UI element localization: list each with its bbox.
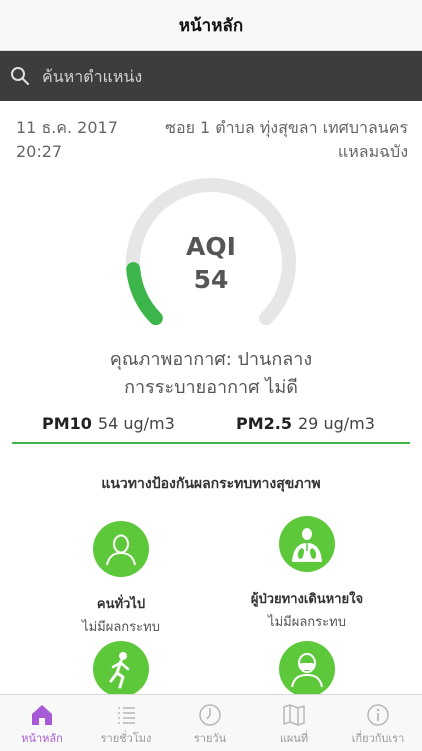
tab-map[interactable]: แผนที่ — [252, 695, 336, 751]
location-line-1: ซอย 1 ตำบล ทุ่งสุขลา เทศบาลนคร — [165, 118, 408, 137]
nav-bar: หน้าหลัก — [0, 0, 422, 51]
health-item-sensitive[interactable] — [222, 641, 392, 697]
aqi-label: AQI — [186, 232, 236, 261]
person-icon — [93, 521, 149, 577]
tab-label: หน้าหลัก — [21, 732, 63, 745]
pm25-value: 29 ug/m3 — [298, 414, 375, 433]
pm10-label: PM10 — [42, 414, 92, 433]
tab-hourly[interactable]: รายชั่วโมง — [84, 695, 168, 751]
tab-daily[interactable]: รายวัน — [168, 695, 252, 751]
health-item-name: ผู้ป่วยทางเดินหายใจ — [250, 592, 364, 607]
health-item-effect: ไม่มีผลกระทบ — [268, 615, 346, 630]
runner-icon — [93, 641, 149, 697]
location: ซอย 1 ตำบล ทุ่งสุขลา เทศบาลนคร แหลมฉบัง — [158, 116, 408, 164]
search-bar[interactable] — [0, 51, 422, 101]
date-text: 11 ธ.ค. 2017 — [16, 118, 118, 137]
search-icon — [11, 67, 29, 85]
health-item-name: คนทั่วไป — [96, 597, 146, 612]
tab-label: แผนที่ — [279, 732, 309, 745]
search-input[interactable] — [40, 65, 404, 87]
tab-bar: หน้าหลัก รายชั่วโมง รายวัน แผนที่ เกี่ยว… — [0, 694, 422, 751]
pm25-label: PM2.5 — [236, 414, 292, 433]
pm25-reading: PM2.5 29 ug/m3 — [236, 414, 375, 433]
home-icon — [32, 705, 52, 725]
mask-person-icon — [279, 641, 335, 697]
air-quality-level: คุณภาพอากาศ: ปานกลาง — [109, 349, 313, 370]
list-icon — [118, 707, 135, 724]
tab-home[interactable]: หน้าหลัก — [0, 695, 84, 751]
info-icon — [367, 704, 389, 726]
health-item-effect: ไม่มีผลกระทบ — [82, 620, 160, 635]
map-icon — [283, 704, 305, 726]
tab-about[interactable]: เกี่ยวกับเรา — [336, 695, 420, 751]
time-text: 20:27 — [16, 142, 63, 161]
ventilation-level: การระบายอากาศ ไม่ดี — [124, 377, 298, 398]
pm-divider — [12, 442, 410, 444]
lungs-icon — [279, 516, 335, 572]
health-item-exercise[interactable] — [36, 641, 206, 697]
pm-row: PM10 54 ug/m3 PM2.5 29 ug/m3 — [14, 414, 408, 438]
location-line-2: แหลมฉบัง — [337, 142, 408, 161]
aqi-value: 54 — [193, 265, 229, 294]
tab-label: รายชั่วโมง — [100, 732, 152, 745]
health-guide-title: แนวทางป้องกันผลกระทบทางสุขภาพ — [101, 476, 321, 492]
clock-icon — [199, 704, 221, 726]
health-item-general[interactable]: คนทั่วไป ไม่มีผลกระทบ — [36, 521, 206, 637]
pm10-value: 54 ug/m3 — [97, 414, 175, 433]
datetime: 11 ธ.ค. 2017 20:27 — [16, 116, 118, 164]
tab-label: รายวัน — [193, 732, 227, 745]
tab-label: เกี่ยวกับเรา — [351, 732, 405, 745]
health-item-respiratory[interactable]: ผู้ป่วยทางเดินหายใจ ไม่มีผลกระทบ — [222, 516, 392, 632]
page-title: หน้าหลัก — [178, 15, 244, 36]
pm10-reading: PM10 54 ug/m3 — [42, 414, 175, 433]
air-quality-text: คุณภาพอากาศ: ปานกลาง การระบายอากาศ ไม่ดี — [0, 346, 422, 402]
